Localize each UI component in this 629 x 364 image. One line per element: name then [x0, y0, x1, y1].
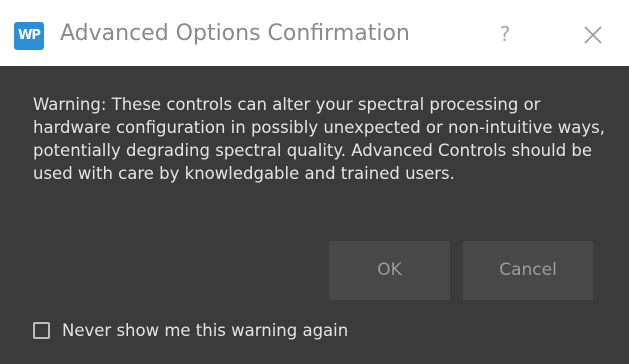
cancel-button[interactable]: Cancel — [463, 241, 593, 300]
ok-button[interactable]: OK — [329, 241, 450, 300]
close-button[interactable] — [578, 20, 608, 50]
never-show-again-checkbox[interactable] — [33, 321, 50, 339]
dialog-title: Advanced Options Confirmation — [60, 21, 410, 46]
title-bar: WP Advanced Options Confirmation ? — [0, 0, 629, 66]
never-show-again-label[interactable]: Never show me this warning again — [62, 321, 348, 340]
warning-message: Warning: These controls can alter your s… — [33, 95, 605, 183]
close-icon — [584, 26, 602, 44]
advanced-options-dialog: WP Advanced Options Confirmation ? Warni… — [0, 0, 629, 364]
app-logo-icon: WP — [14, 22, 44, 50]
never-show-again-row[interactable]: Never show me this warning again — [33, 315, 348, 345]
help-button[interactable]: ? — [490, 18, 520, 50]
